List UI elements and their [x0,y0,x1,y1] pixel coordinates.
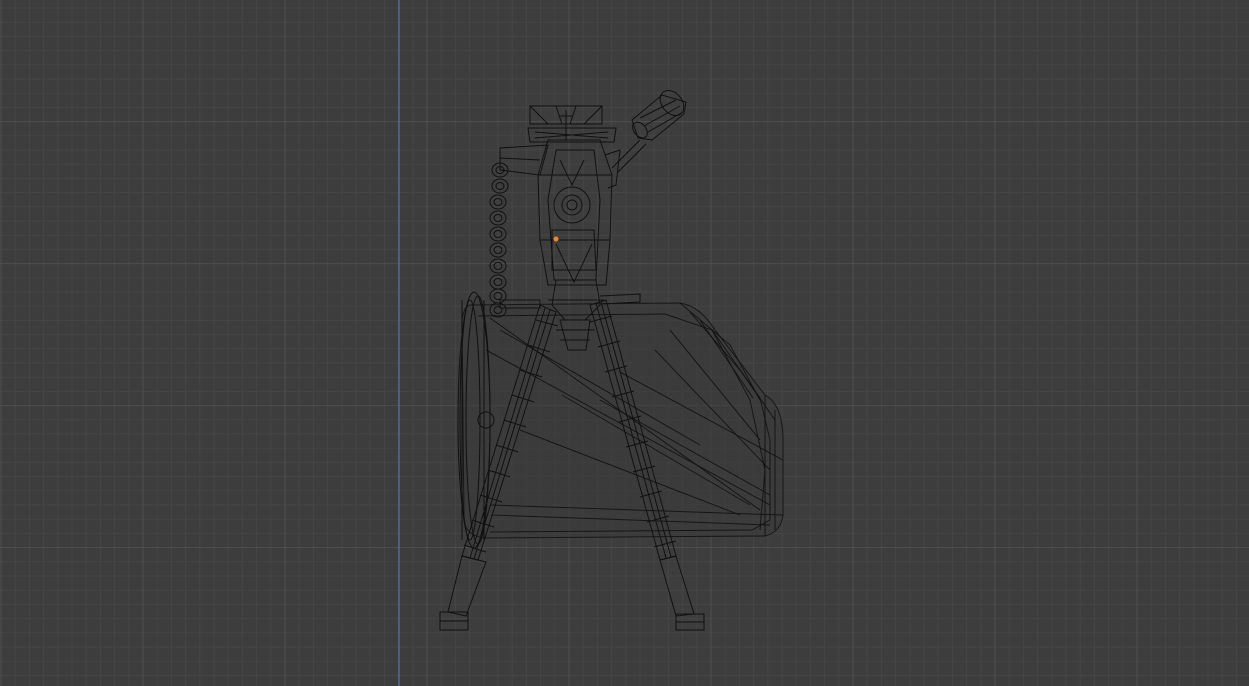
object-origin-point [553,236,559,242]
ammo-belt[interactable] [489,162,509,318]
ammo-box[interactable] [461,302,784,539]
scope[interactable] [611,86,689,173]
ammo-belt-round [495,182,505,190]
3d-viewport[interactable] [0,0,1249,686]
viewport-canvas[interactable] [0,0,1249,686]
ammo-belt-link [491,178,509,194]
